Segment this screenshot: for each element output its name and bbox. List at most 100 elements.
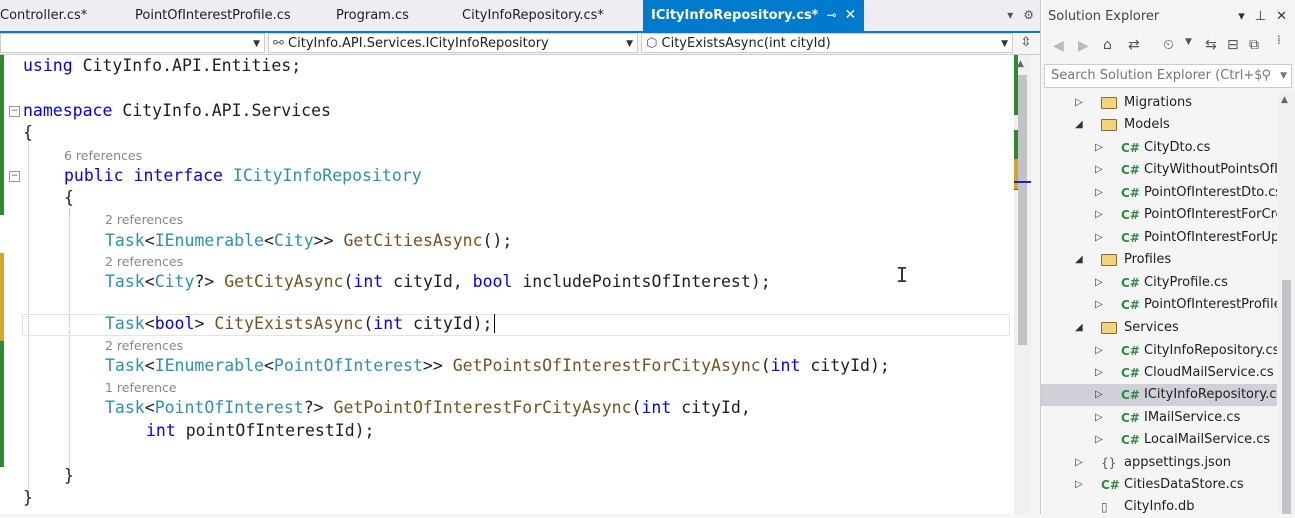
forward-icon[interactable]: ▶ [1078, 38, 1089, 54]
dropdown-icon[interactable]: ▾ [1238, 9, 1245, 24]
tree-item-folder[interactable]: ◢ Profiles [1041, 249, 1277, 271]
tree-item-file[interactable]: ▷ C# CitiesDataStore.cs [1041, 474, 1277, 496]
tab-program[interactable]: Program.cs [336, 0, 409, 31]
scroll-caret-marker [1014, 181, 1031, 183]
collapse-arrow-icon[interactable]: ◢ [1075, 317, 1083, 339]
code-line-method: Task<PointOfInterest?> GetPointOfInteres… [105, 398, 751, 417]
search-icon[interactable]: ⚲ [1261, 65, 1271, 87]
member-dropdown-value: CityExistsAsync(int cityId) [661, 36, 831, 51]
expand-arrow-icon[interactable]: ▷ [1095, 362, 1103, 384]
tree-item-folder[interactable]: ◢ Models [1041, 114, 1277, 136]
tree-item-file[interactable]: ▷ C# PointOfInterestForCre [1041, 204, 1277, 226]
scrollbar-thumb[interactable] [1282, 280, 1291, 514]
dropdown-icon[interactable]: ▾ [1007, 8, 1013, 22]
expand-arrow-icon[interactable]: ▷ [1075, 474, 1083, 496]
pin-icon[interactable]: ⊥ [1255, 9, 1266, 24]
collapse-arrow-icon[interactable]: ◢ [1075, 249, 1083, 271]
scrollbar-thumb[interactable] [1018, 75, 1027, 345]
collapse-all-icon[interactable]: ⊟ [1227, 37, 1239, 53]
tree-item-file[interactable]: ▷ C# PointOfInterestProfile [1041, 294, 1277, 316]
expand-arrow-icon[interactable]: ▷ [1095, 227, 1103, 249]
show-all-files-icon[interactable]: ⧉ [1249, 37, 1259, 53]
chevron-down-icon[interactable]: ▼ [1280, 65, 1287, 87]
solution-explorer-scrollbar[interactable]: ▲ [1278, 92, 1295, 514]
tree-item-folder[interactable]: ◢ Services [1041, 317, 1277, 339]
editor-scrollbar[interactable]: ▲ [1014, 55, 1031, 514]
expand-arrow-icon[interactable]: ▷ [1095, 137, 1103, 159]
codelens-references[interactable]: 2 references [105, 212, 183, 227]
codelens-references[interactable]: 1 reference [105, 380, 177, 395]
sync-icon[interactable]: ⇆ [1205, 37, 1217, 53]
scroll-change-marker [1014, 159, 1018, 189]
type-dropdown[interactable]: ⚯ CityInfo.API.Services.ICityInfoReposit… [268, 33, 638, 53]
tree-item-file[interactable]: ▷ C# CityProfile.cs [1041, 272, 1277, 294]
code-editor[interactable]: − − using CityInfo.API.Entities; namespa… [0, 55, 1014, 514]
expand-arrow-icon[interactable]: ▷ [1095, 407, 1103, 429]
tab-controls: ▾ ⚙ [1007, 0, 1040, 31]
expand-arrow-icon[interactable]: ▷ [1095, 182, 1103, 204]
split-window-icon[interactable]: ⇳ [1016, 33, 1036, 53]
chevron-down-icon[interactable]: ▼ [1185, 37, 1192, 47]
tab-controller[interactable]: Controller.cs* [0, 0, 87, 31]
tree-item-label: Models [1124, 117, 1170, 132]
tab-label: CityInfoRepository.cs* [462, 8, 604, 23]
codelens-references[interactable]: 2 references [105, 254, 183, 269]
tree-item-file[interactable]: ▷ C# CloudMailService.cs [1041, 362, 1277, 384]
close-icon[interactable]: ✕ [845, 7, 857, 23]
tree-item-file[interactable]: ▷ C# PointOfInterestDto.cs [1041, 182, 1277, 204]
more-icon[interactable]: ⁞ [1277, 33, 1281, 47]
member-dropdown[interactable]: ⬡ CityExistsAsync(int cityId) ▼ [641, 33, 1013, 53]
scroll-up-icon[interactable]: ▲ [1281, 95, 1288, 105]
scroll-up-icon[interactable]: ▲ [1017, 59, 1024, 69]
gear-icon[interactable]: ⚙ [1023, 8, 1034, 22]
tree-item-file[interactable]: ▷ C# CityInfoRepository.cs [1041, 340, 1277, 362]
collapse-toggle-icon[interactable]: − [9, 106, 20, 117]
tree-item-file[interactable]: ▯ CityInfo.db [1041, 496, 1277, 518]
expand-arrow-icon[interactable]: ▷ [1095, 272, 1103, 294]
pin-icon[interactable]: ⊸ [826, 8, 836, 22]
codelens-references[interactable]: 6 references [64, 148, 142, 163]
tab-pointofinterestprofile[interactable]: PointOfInterestProfile.cs [135, 0, 291, 31]
tree-item-file[interactable]: ▷ {} appsettings.json [1041, 452, 1277, 474]
tree-item-file[interactable]: ▷ C# PointOfInterestForUp [1041, 227, 1277, 249]
expand-arrow-icon[interactable]: ▷ [1095, 384, 1103, 406]
collapse-arrow-icon[interactable]: ◢ [1075, 114, 1083, 136]
solution-search-box[interactable]: ⚲ ▼ [1044, 64, 1292, 88]
tree-item-label: CitiesDataStore.cs [1124, 477, 1244, 492]
expand-arrow-icon[interactable]: ▷ [1095, 340, 1103, 362]
switch-views-icon[interactable]: ⇄ [1128, 37, 1140, 53]
collapse-toggle-icon[interactable]: − [9, 171, 20, 182]
csharp-file-icon: C# [1121, 298, 1140, 312]
tab-icityinforepository[interactable]: ICityInfoRepository.cs* ⊸ ✕ [643, 0, 865, 31]
tree-item-file-selected[interactable]: ▷ C# ICityInfoRepository.cs [1041, 384, 1277, 406]
pending-changes-icon[interactable]: ⏲ [1163, 37, 1174, 53]
codelens-references[interactable]: 2 references [105, 338, 183, 353]
tree-item-folder[interactable]: ▷ Migrations [1041, 92, 1277, 114]
code-line-using: using CityInfo.API.Entities; [23, 56, 301, 75]
expand-arrow-icon[interactable]: ▷ [1075, 92, 1083, 114]
tree-item-label: IMailService.cs [1144, 410, 1241, 425]
tab-cityinforepository[interactable]: CityInfoRepository.cs* [462, 0, 604, 31]
tree-item-file[interactable]: ▷ C# IMailService.cs [1041, 407, 1277, 429]
tree-item-file[interactable]: ▷ C# CityDto.cs [1041, 137, 1277, 159]
method-icon: ⬡ [646, 36, 658, 51]
expand-arrow-icon[interactable]: ▷ [1095, 429, 1103, 451]
tab-label: Controller.cs* [0, 8, 88, 23]
expand-arrow-icon[interactable]: ▷ [1095, 294, 1103, 316]
project-dropdown[interactable]: ▼ [0, 33, 265, 53]
tree-item-label: CityProfile.cs [1144, 275, 1228, 290]
csharp-file-icon: C# [1121, 433, 1140, 447]
expand-arrow-icon[interactable]: ▷ [1095, 204, 1103, 226]
interface-name: ICityInfoRepository [232, 166, 422, 185]
csharp-file-icon: C# [1121, 208, 1140, 222]
tree-item-file[interactable]: ▷ C# LocalMailService.cs [1041, 429, 1277, 451]
home-icon[interactable]: ⌂ [1103, 37, 1112, 53]
close-icon[interactable]: ✕ [1276, 9, 1287, 24]
tab-label: ICityInfoRepository.cs* [651, 8, 819, 23]
back-icon[interactable]: ◀ [1053, 38, 1064, 54]
csharp-file-icon: C# [1121, 388, 1140, 402]
solution-search-input[interactable] [1049, 67, 1263, 84]
expand-arrow-icon[interactable]: ▷ [1095, 159, 1103, 181]
expand-arrow-icon[interactable]: ▷ [1075, 452, 1083, 474]
tree-item-file[interactable]: ▷ C# CityWithoutPointsOfI [1041, 159, 1277, 181]
